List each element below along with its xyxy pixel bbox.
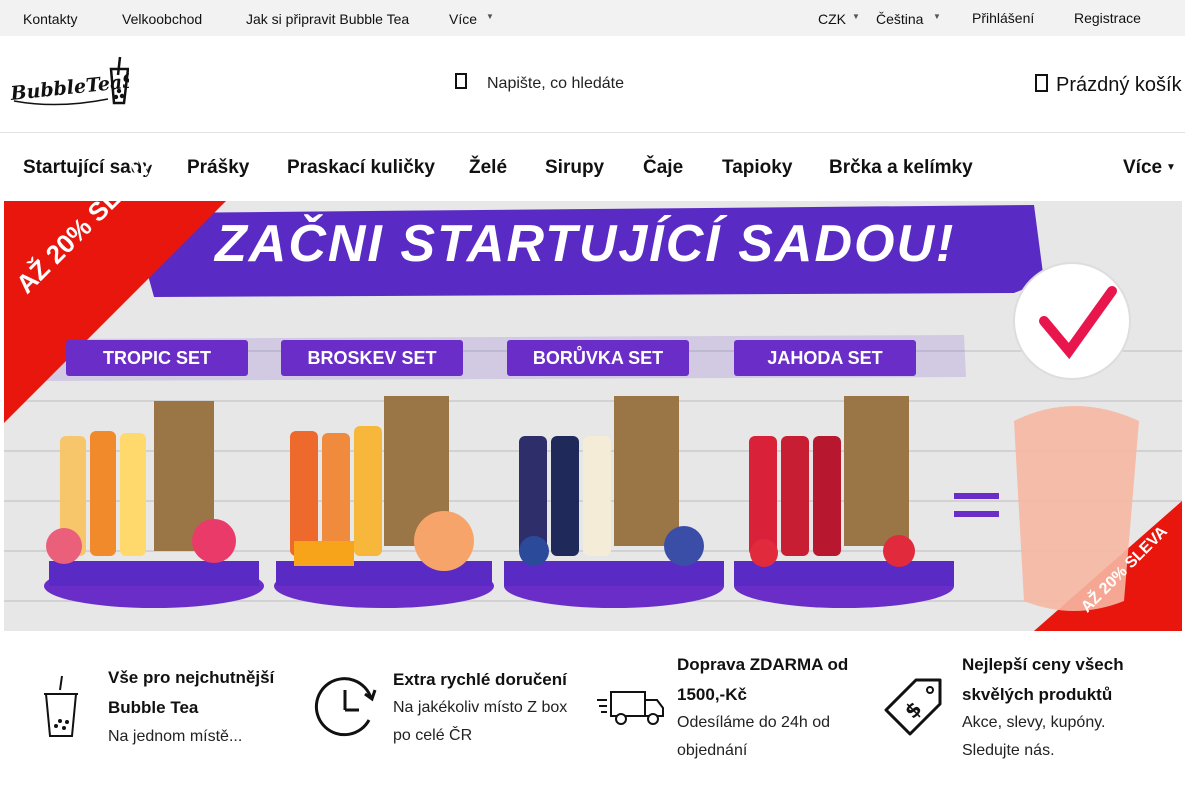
set-label-peach: BROSKEV SET [281, 340, 463, 376]
feature-title: Extra rychlé doručení [393, 670, 567, 689]
chevron-down-icon: ▼ [1166, 162, 1176, 173]
feature-title: Doprava ZDARMA od 1500,-Kč [677, 655, 849, 704]
set-label-blueberry: BORŮVKA SET [507, 340, 689, 376]
set-label-strawberry: JAHODA SET [734, 340, 916, 376]
register-link[interactable]: Registrace [1074, 10, 1141, 26]
chevron-down-icon: ▼ [486, 12, 494, 21]
feature-subtitle: Akce, slevy, kupóny. Sledujte nás. [962, 714, 1106, 759]
feature-title: Vše pro nejchutnější Bubble Tea [108, 668, 275, 717]
topbar-link-more[interactable]: Více [449, 11, 477, 27]
nav-item-straws-cups[interactable]: Brčka a kelímky [829, 157, 973, 179]
cart-icon[interactable] [1033, 72, 1051, 94]
nav-item-more[interactable]: Více [1123, 157, 1162, 179]
delivery-truck-icon [597, 690, 665, 726]
nav-item-teas[interactable]: Čaje [643, 157, 683, 179]
chevron-down-icon: ▼ [852, 12, 860, 21]
set-label-tropic: TROPIC SET [66, 340, 248, 376]
price-tag-icon: $ [882, 676, 944, 738]
topbar-link-contacts[interactable]: Kontakty [23, 11, 77, 27]
top-utility-bar: Kontakty Velkoobchod Jak si připravit Bu… [0, 0, 1185, 36]
chevron-down-icon: ▼ [933, 12, 941, 21]
login-link[interactable]: Přihlášení [972, 10, 1034, 26]
search-icon[interactable] [452, 72, 472, 92]
nav-item-tapioca[interactable]: Tapioky [722, 157, 792, 179]
svg-text:$: $ [900, 696, 927, 723]
cart-button[interactable]: Prázdný košík [1056, 74, 1182, 97]
search-input[interactable]: Napište, co hledáte [487, 75, 624, 93]
currency-select[interactable]: CZK [818, 11, 846, 27]
feature-subtitle: Odesíláme do 24h od objednání [677, 714, 830, 759]
nav-item-popping-boba[interactable]: Praskací kuličky [287, 157, 435, 179]
topbar-link-how-to[interactable]: Jak si připravit Bubble Tea [246, 11, 409, 27]
clock-icon [313, 676, 379, 740]
language-select[interactable]: Čeština [876, 11, 923, 27]
header-divider [0, 132, 1185, 133]
site-logo[interactable]: BubbleTeaShop [8, 55, 177, 109]
nav-item-syrups[interactable]: Sirupy [545, 157, 604, 179]
nav-item-jelly[interactable]: Želé [469, 157, 507, 179]
feature-title: Nejlepší ceny všech skvělých produktů [962, 655, 1124, 704]
topbar-link-wholesale[interactable]: Velkoobchod [122, 11, 202, 27]
bubble-tea-cup-icon [42, 675, 80, 740]
nav-item-powders[interactable]: Prášky [187, 157, 249, 179]
feature-subtitle: Na jednom místě... [108, 728, 243, 745]
banner-headline: ZAČNI STARTUJÍCÍ SADOU! [215, 215, 956, 273]
feature-subtitle: Na jakékoliv místo Z box po celé ČR [393, 699, 568, 744]
